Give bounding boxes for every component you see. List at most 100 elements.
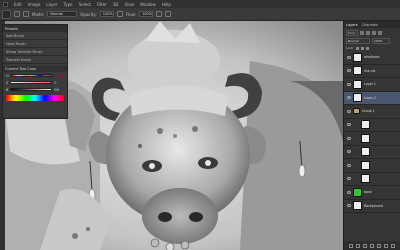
layer-name[interactable]: line art <box>364 69 375 73</box>
new-layer-icon[interactable] <box>384 243 389 248</box>
hue-label: H <box>6 73 9 78</box>
layer-thumbnail <box>353 187 362 197</box>
saturation-slider-row: S 0 <box>3 79 67 86</box>
menu-3d[interactable]: 3D <box>113 2 119 7</box>
link-layers-icon[interactable] <box>348 243 353 248</box>
saturation-value[interactable]: 0 <box>54 81 56 85</box>
color-spectrum-bar[interactable] <box>6 95 64 101</box>
layer-group-row[interactable]: Group 1 <box>344 105 400 119</box>
menu-type[interactable]: Type <box>63 2 72 7</box>
mode-label: Mode: <box>32 11 45 17</box>
pressure-opacity-icon[interactable] <box>116 11 123 17</box>
brush-preset-item[interactable]: Sharp Transfer Brush <box>3 48 67 56</box>
filter-type-icon[interactable] <box>372 30 376 35</box>
layer-row[interactable]: whaHoms <box>344 51 400 65</box>
layer-thumbnail <box>353 52 362 62</box>
folder-icon <box>353 108 360 115</box>
menu-edit[interactable]: Edit <box>14 2 22 7</box>
hue-slider[interactable] <box>10 74 53 77</box>
layer-name[interactable]: whaHoms <box>364 55 380 59</box>
layer-list: whaHoms line art Layer 1 Layer 2 Group 1 base… <box>344 51 400 213</box>
tab-layers[interactable]: Layers <box>346 23 358 27</box>
visibility-eye-icon[interactable] <box>347 150 351 154</box>
menu-view[interactable]: View <box>125 2 135 7</box>
options-bar: Mode: Normal Opacity: 100% Flow: 100% <box>0 8 400 21</box>
lock-pixels-icon[interactable] <box>360 46 364 50</box>
kind-filter-select[interactable]: Kind <box>346 29 358 36</box>
saturation-slider[interactable] <box>10 81 53 84</box>
blend-mode-select[interactable]: Normal <box>346 38 370 44</box>
flow-field[interactable]: 100% <box>138 11 153 17</box>
menu-bar: Edit Image Layer Type Select Filter 3D V… <box>0 0 400 8</box>
menu-select[interactable]: Select <box>79 2 91 7</box>
mode-select[interactable]: Normal <box>47 11 78 17</box>
filter-shape-icon[interactable] <box>378 30 382 35</box>
layer-thumbnail <box>353 79 362 89</box>
lock-transparency-icon[interactable] <box>355 46 359 50</box>
menu-help[interactable]: Help <box>162 2 171 7</box>
layer-style-icon[interactable] <box>355 243 360 248</box>
layer-row[interactable] <box>344 159 400 173</box>
brush-tool-icon[interactable] <box>2 9 11 19</box>
layer-row[interactable] <box>344 173 400 186</box>
opacity-field[interactable]: 100% <box>99 11 114 17</box>
layer-name[interactable]: Group 1 <box>362 109 375 113</box>
brush-preset-picker-icon[interactable] <box>14 11 20 17</box>
menu-image[interactable]: Image <box>28 2 41 7</box>
visibility-eye-icon[interactable] <box>347 96 351 100</box>
menu-window[interactable]: Window <box>140 2 156 7</box>
visibility-eye-icon[interactable] <box>347 136 351 140</box>
visibility-eye-icon[interactable] <box>347 190 351 194</box>
layer-thumbnail <box>361 174 370 184</box>
menu-filter[interactable]: Filter <box>97 2 107 7</box>
layer-thumbnail <box>361 147 370 157</box>
visibility-eye-icon[interactable] <box>347 69 351 73</box>
visibility-eye-icon[interactable] <box>347 55 351 59</box>
brush-panel-toggle-icon[interactable] <box>23 11 29 17</box>
brightness-slider[interactable] <box>10 88 53 91</box>
app-logo-icon[interactable] <box>3 1 8 7</box>
brush-presets-panel: Presets Soft Brush Hard Brush Sharp Tran… <box>2 24 68 119</box>
layer-name[interactable]: Layer 1 <box>364 82 376 86</box>
layer-row[interactable]: Layer 1 <box>344 78 400 92</box>
layer-thumbnail <box>353 201 362 211</box>
adjustment-layer-icon[interactable] <box>369 243 374 248</box>
new-group-icon[interactable] <box>377 243 382 248</box>
layer-name[interactable]: Background <box>364 204 383 208</box>
tab-channels[interactable]: Channels <box>362 23 378 27</box>
menu-layer[interactable]: Layer <box>46 2 57 7</box>
delete-layer-icon[interactable] <box>391 243 396 248</box>
layer-row[interactable]: line art <box>344 65 400 78</box>
add-mask-icon[interactable] <box>362 243 367 248</box>
visibility-eye-icon[interactable] <box>347 163 351 167</box>
airbrush-icon[interactable] <box>155 11 162 17</box>
brush-panel-tab[interactable]: Presets <box>3 25 67 32</box>
layer-row[interactable] <box>344 119 400 132</box>
layer-row[interactable] <box>344 146 400 159</box>
visibility-eye-icon[interactable] <box>347 177 351 181</box>
brightness-value[interactable]: 96 <box>54 88 58 92</box>
layer-row[interactable]: Background <box>344 200 400 213</box>
lock-all-icon[interactable] <box>365 46 369 50</box>
layer-row[interactable]: base <box>344 186 400 200</box>
layer-row[interactable]: Layer 2 <box>344 91 400 105</box>
pressure-size-icon[interactable] <box>164 11 171 17</box>
filter-adjust-icon[interactable] <box>366 30 370 35</box>
layers-panel: Layers Channels Kind Normal 100% Lock: w… <box>343 21 400 250</box>
visibility-eye-icon[interactable] <box>347 109 351 113</box>
brightness-slider-row: B 96 <box>3 86 67 93</box>
layers-panel-tabs: Layers Channels <box>344 21 400 28</box>
filter-pixel-icon[interactable] <box>360 30 364 35</box>
visibility-eye-icon[interactable] <box>347 123 351 127</box>
layer-row[interactable] <box>344 132 400 146</box>
layer-thumbnail <box>361 160 370 170</box>
visibility-eye-icon[interactable] <box>347 82 351 86</box>
brush-preset-item[interactable]: Transfer Brush <box>3 56 67 64</box>
layer-thumbnail <box>353 93 362 103</box>
brush-preset-item[interactable]: Soft Brush <box>3 32 67 40</box>
layer-name[interactable]: Layer 2 <box>364 96 376 100</box>
brush-preset-item[interactable]: Hard Brush <box>3 40 67 48</box>
layer-name[interactable]: base <box>364 190 372 194</box>
visibility-eye-icon[interactable] <box>347 204 351 208</box>
layer-opacity-field[interactable]: 100% <box>372 38 390 44</box>
